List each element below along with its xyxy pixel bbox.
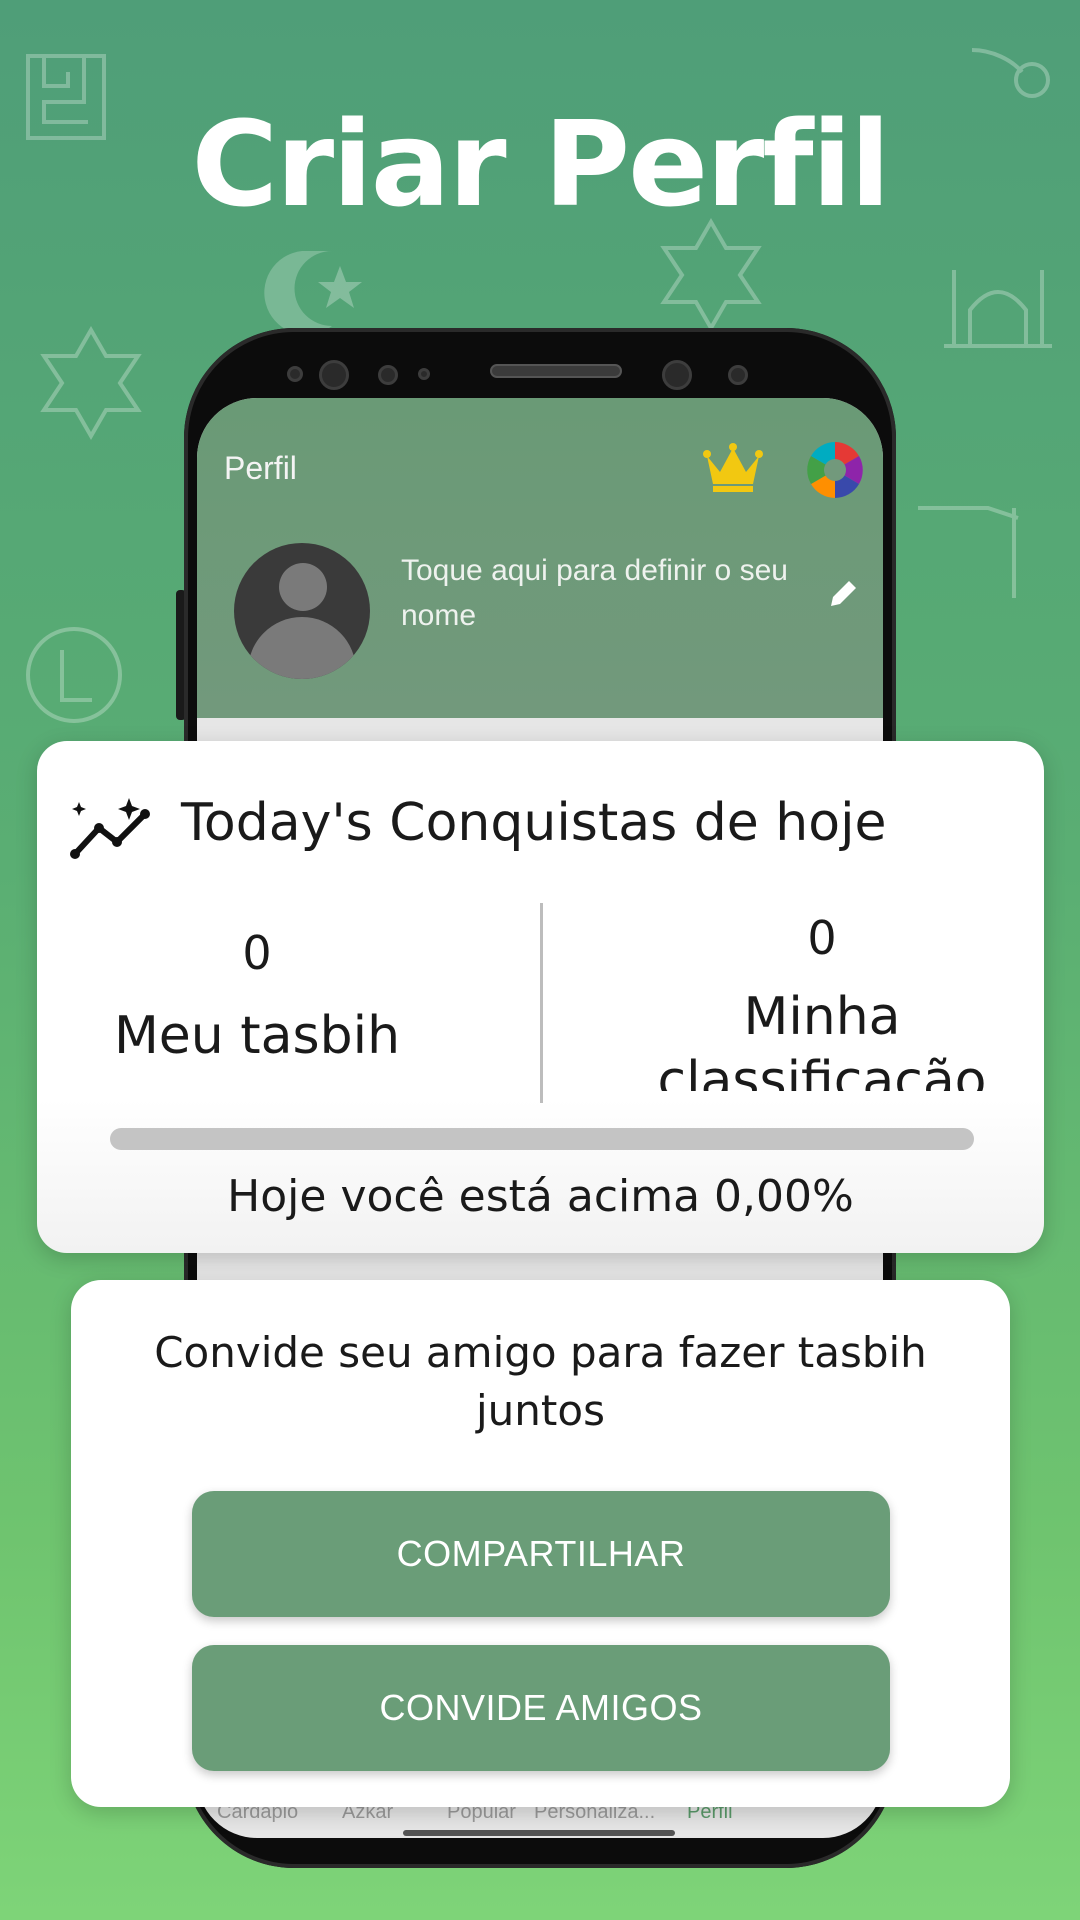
trending-sparkle-icon: [69, 796, 153, 865]
avatar-head: [279, 563, 327, 611]
invite-message: Convide seu amigo para fazer tasbih junt…: [154, 1328, 927, 1435]
mosque-icon: [940, 250, 1056, 350]
achievements-card: Today's Conquistas de hoje 0 Meu tasbih …: [37, 741, 1044, 1253]
front-sensor: [378, 365, 398, 385]
above-percent-text: Hoje você está acima 0,00%: [227, 1171, 854, 1222]
my-tasbih-value: 0: [242, 926, 272, 980]
front-sensor: [728, 365, 748, 385]
front-camera: [662, 360, 692, 390]
allah-star-icon: [34, 326, 148, 440]
achievements-title: Today's Conquistas de hoje: [181, 793, 887, 853]
color-wheel-icon[interactable]: [805, 440, 865, 505]
earpiece-speaker: [490, 364, 622, 378]
allah-star-icon: [654, 218, 768, 332]
my-rank-label: Minha classificação: [657, 987, 987, 1091]
home-indicator: [403, 1830, 675, 1836]
avatar[interactable]: [234, 543, 370, 679]
crown-icon[interactable]: [703, 442, 763, 499]
my-rank-value: 0: [807, 911, 837, 965]
pencil-icon[interactable]: [827, 576, 861, 615]
my-tasbih-label: Meu tasbih: [113, 1006, 401, 1066]
front-sensor: [287, 366, 303, 382]
crescent-star-icon: [262, 246, 372, 336]
front-camera: [319, 360, 349, 390]
hand-beads-icon: [914, 488, 1044, 618]
share-button[interactable]: COMPARTILHAR: [192, 1491, 890, 1617]
front-sensor: [418, 368, 430, 380]
hand-gesture-icon: [24, 620, 124, 730]
stat-divider: [540, 903, 543, 1103]
app-title: Perfil: [224, 450, 297, 486]
my-rank-stat: 0 Minha classificação: [602, 911, 1042, 1091]
name-hint[interactable]: Toque aqui para definir o seu nome: [401, 548, 821, 638]
invite-card: Convide seu amigo para fazer tasbih junt…: [71, 1280, 1010, 1807]
my-tasbih-stat: 0 Meu tasbih: [37, 926, 477, 1066]
avatar-body: [248, 617, 356, 679]
progress-bar: [110, 1128, 974, 1150]
profile-header: Perfil Toque aqui para definir o seu nom…: [197, 398, 883, 718]
invite-friends-button[interactable]: CONVIDE AMIGOS: [192, 1645, 890, 1771]
headline: Criar Perfil: [191, 95, 890, 233]
